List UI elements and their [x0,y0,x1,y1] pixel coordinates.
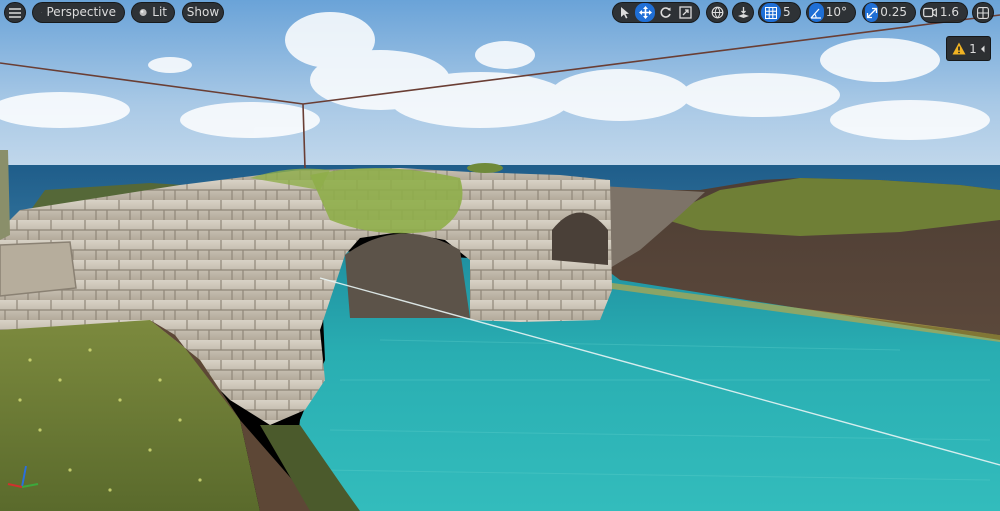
warning-indicator[interactable]: 1 [946,36,991,61]
view-mode-label: Perspective [46,5,117,19]
lighting-mode-label: Lit [152,5,167,19]
scale-snap-icon [866,7,877,18]
cursor-icon [620,6,629,18]
transform-tools-group [612,2,700,23]
world-icon [711,6,723,19]
coordinate-space-button[interactable] [706,2,728,23]
grid-icon [765,6,777,19]
surface-snapping-button[interactable] [732,2,754,23]
scene-render[interactable] [0,0,1000,511]
camera-icon [923,7,938,18]
scale-icon [678,6,692,19]
viewport-layout-button[interactable] [972,2,994,23]
scale-tool-button[interactable] [675,3,695,22]
viewport-layout-icon [977,6,989,19]
warning-icon [952,42,966,55]
grid-snap-toggle[interactable] [761,3,781,22]
surface-snap-icon [737,7,749,18]
camera-speed-group[interactable]: 1.6 [920,2,968,23]
lighting-mode-button[interactable]: Lit [131,2,175,23]
show-label: Show [186,5,220,19]
rotate-icon [659,7,671,18]
rotation-snap-group: 10° [806,2,856,23]
move-icon [638,6,652,19]
camera-speed-value[interactable]: 1.6 [938,3,965,22]
view-mode-button[interactable]: Perspective [32,2,125,23]
scale-snap-group: 0.25 [862,2,916,23]
translate-tool-button[interactable] [635,3,655,22]
warning-count: 1 [969,41,977,56]
angle-icon [810,8,822,19]
select-tool-button[interactable] [615,3,635,22]
scale-snap-value[interactable]: 0.25 [878,3,913,22]
grid-snap-value[interactable]: 5 [781,3,797,22]
viewport-menu-button[interactable] [4,2,26,23]
camera-speed-button[interactable] [923,3,938,22]
scale-snap-toggle[interactable] [865,3,879,22]
sphere-icon [139,9,147,16]
show-flags-button[interactable]: Show [182,2,224,23]
rotate-tool-button[interactable] [655,3,675,22]
rotation-snap-toggle[interactable] [809,3,824,22]
grid-snap-group: 5 [758,2,801,23]
hamburger-icon [9,7,21,18]
cube-icon [41,12,42,13]
level-viewport[interactable]: Perspective Lit Show 5 10° 0.25 1.6 1 [0,0,1000,511]
chevron-left-icon [980,45,985,52]
rotation-snap-value[interactable]: 10° [824,3,853,22]
